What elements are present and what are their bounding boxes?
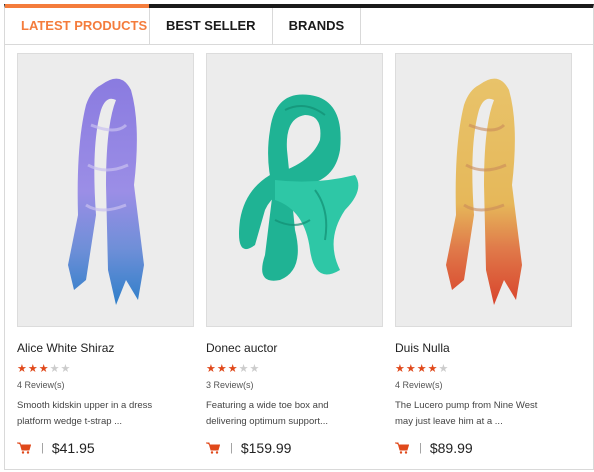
cart-icon[interactable]: [206, 442, 220, 454]
product-description: Featuring a wide toe box and delivering …: [206, 398, 383, 430]
product-grid: Alice White Shiraz ★★★★★ 4 Review(s) Smo…: [17, 53, 572, 458]
rating-stars: ★★★★★: [206, 362, 383, 376]
buy-row: | $41.95: [17, 438, 194, 458]
review-count[interactable]: 4 Review(s): [17, 380, 194, 392]
product-price: $89.99: [429, 440, 473, 456]
review-count[interactable]: 4 Review(s): [395, 380, 572, 392]
tab-brands[interactable]: BRANDS: [273, 8, 362, 45]
star-icon: ★: [60, 363, 72, 375]
divider: |: [419, 442, 422, 454]
product-title[interactable]: Alice White Shiraz: [17, 341, 194, 357]
product-description: The Lucero pump from Nine West may just …: [395, 398, 572, 430]
star-icon: ★: [38, 363, 50, 375]
description-line: platform wedge t-strap ...: [17, 416, 123, 427]
description-line: delivering optimum support...: [206, 416, 328, 427]
rating-stars: ★★★★★: [395, 362, 572, 376]
star-icon: ★: [395, 363, 406, 375]
star-icon: ★: [27, 363, 39, 375]
tab-best-seller[interactable]: BEST SELLER: [150, 8, 273, 45]
star-icon: ★: [405, 363, 417, 375]
product-card: Duis Nulla ★★★★★ 4 Review(s) The Lucero …: [395, 53, 572, 458]
scarf-image: [67, 78, 144, 305]
rating-stars: ★★★★★: [17, 362, 194, 376]
divider: |: [230, 442, 233, 454]
product-image[interactable]: [17, 53, 194, 327]
scarf-image: [238, 94, 358, 281]
star-icon: ★: [438, 363, 450, 375]
star-icon: ★: [227, 363, 239, 375]
product-image[interactable]: [206, 53, 383, 327]
buy-row: | $89.99: [395, 438, 572, 458]
product-price: $159.99: [240, 440, 292, 456]
scarf-image: [445, 78, 522, 305]
tab-bar: LATEST PRODUCTS BEST SELLER BRANDS: [5, 4, 593, 45]
star-icon: ★: [49, 363, 61, 375]
review-count[interactable]: 3 Review(s): [206, 380, 383, 392]
description-line: may just leave him at a ...: [395, 416, 503, 427]
product-card: Donec auctor ★★★★★ 3 Review(s) Featuring…: [206, 53, 383, 458]
product-price: $41.95: [51, 440, 95, 456]
star-icon: ★: [216, 363, 228, 375]
star-icon: ★: [427, 363, 439, 375]
star-icon: ★: [238, 363, 250, 375]
product-image[interactable]: [395, 53, 572, 327]
cart-icon[interactable]: [395, 442, 409, 454]
star-icon: ★: [206, 363, 217, 375]
product-card: Alice White Shiraz ★★★★★ 4 Review(s) Smo…: [17, 53, 194, 458]
buy-row: | $159.99: [206, 438, 383, 458]
description-line: Featuring a wide toe box and: [206, 400, 329, 411]
product-title[interactable]: Donec auctor: [206, 341, 383, 357]
description-line: Smooth kidskin upper in a dress: [17, 400, 153, 411]
divider: |: [41, 442, 44, 454]
product-description: Smooth kidskin upper in a dress platform…: [17, 398, 194, 430]
star-icon: ★: [17, 363, 28, 375]
cart-icon[interactable]: [17, 442, 31, 454]
product-title[interactable]: Duis Nulla: [395, 341, 572, 357]
star-icon: ★: [416, 363, 428, 375]
tab-latest-products[interactable]: LATEST PRODUCTS: [5, 4, 150, 45]
star-icon: ★: [249, 363, 261, 375]
description-line: The Lucero pump from Nine West: [395, 400, 538, 411]
